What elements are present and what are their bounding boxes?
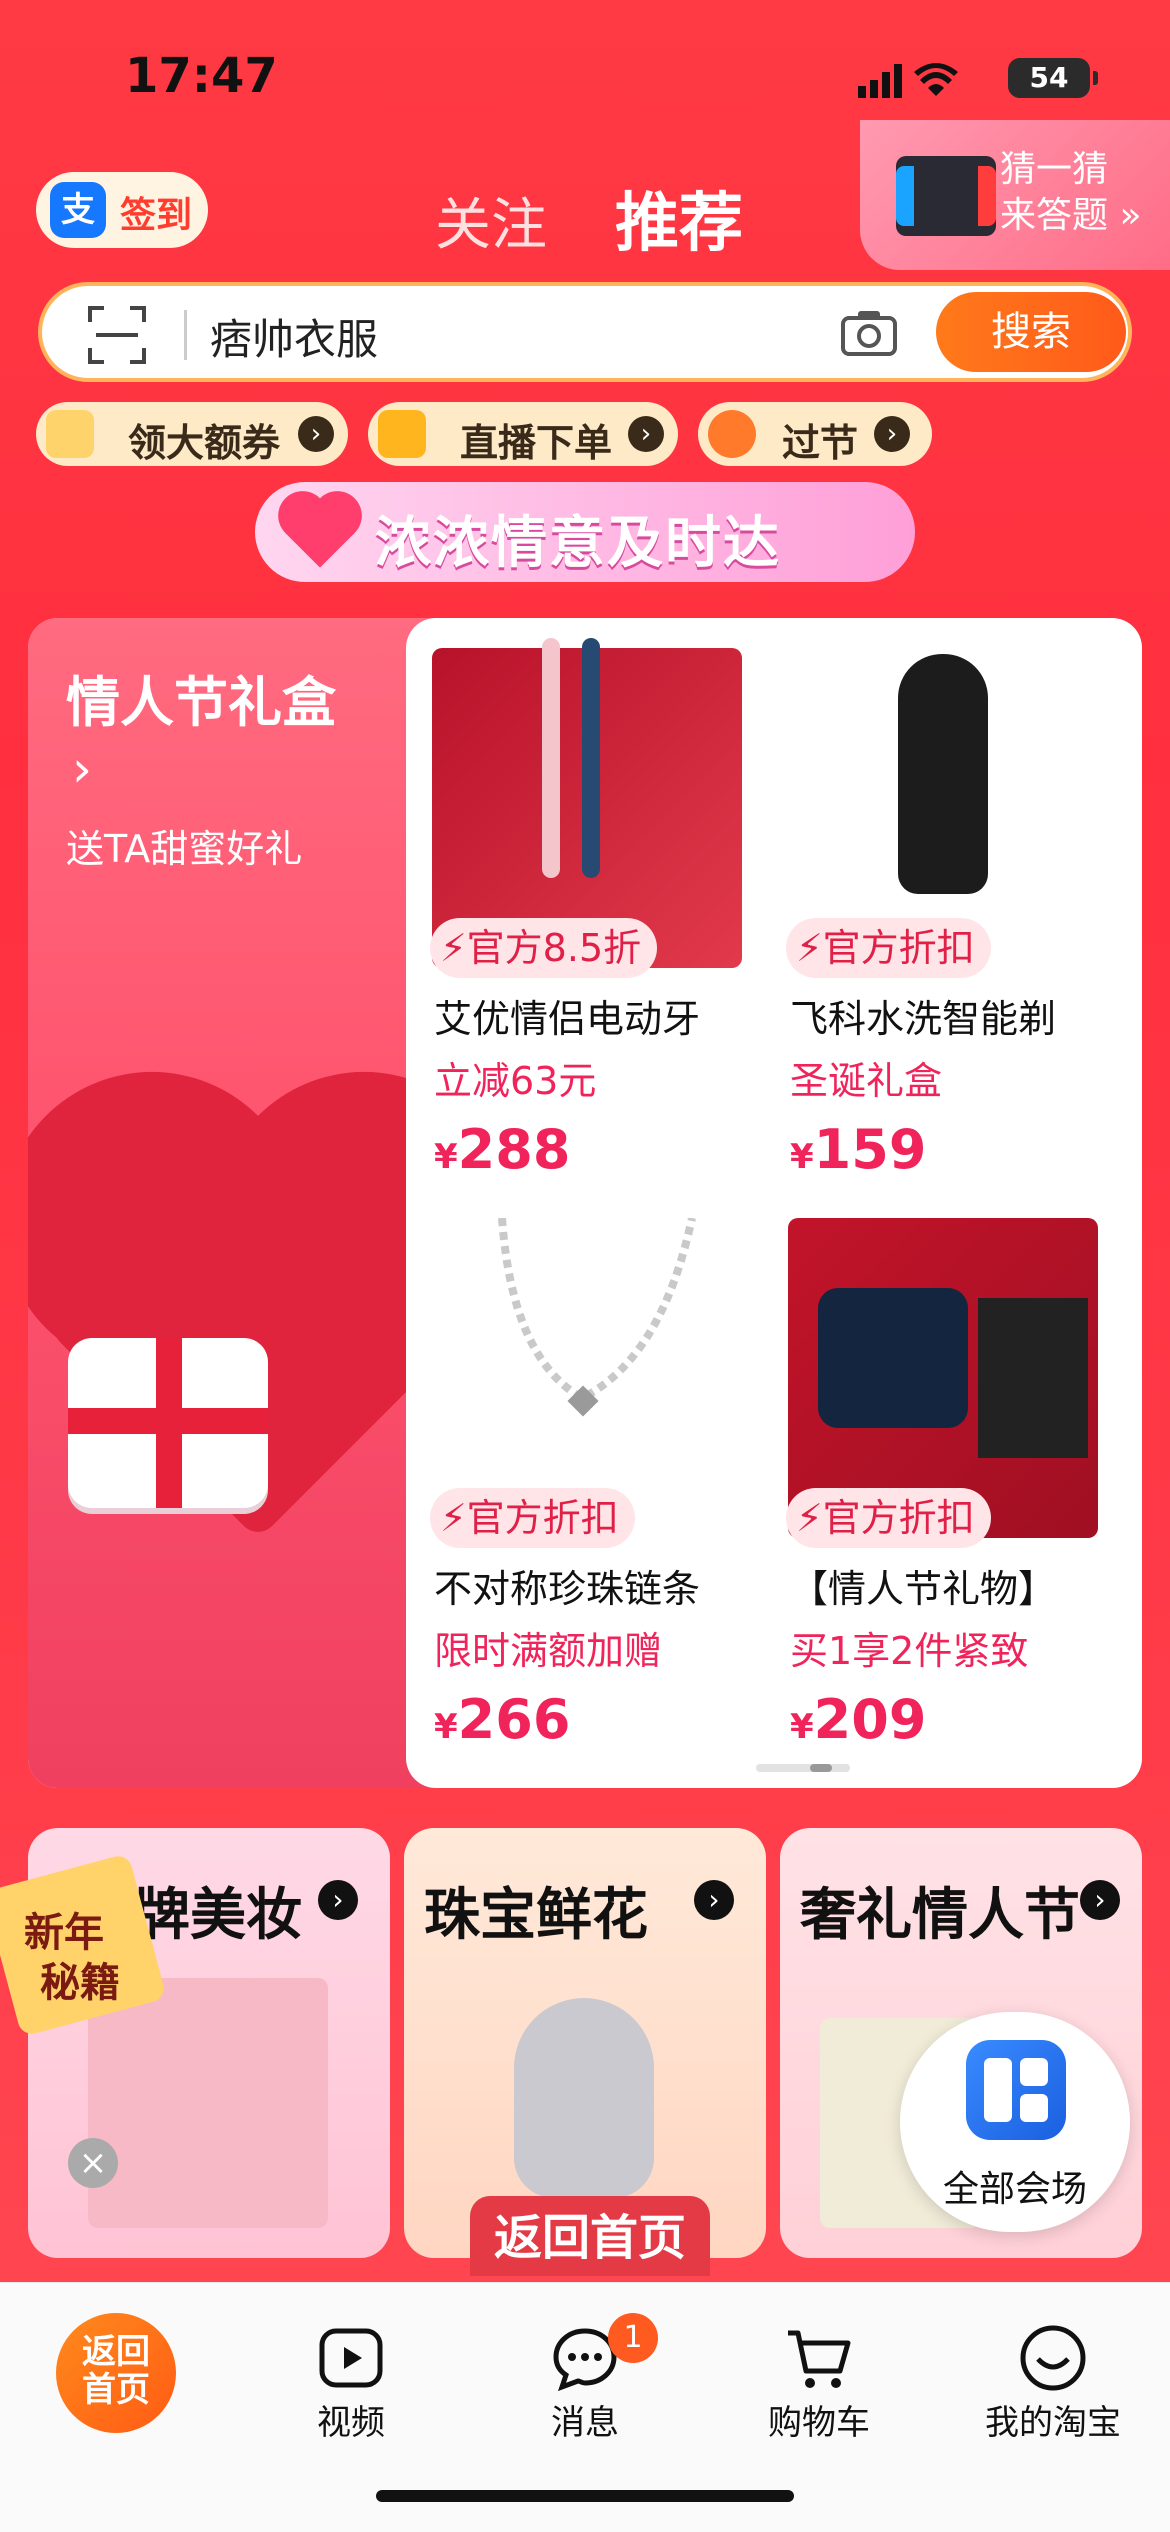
tab-me-label: 我的淘宝 — [985, 2403, 1121, 2443]
tab-video[interactable]: 视频 — [234, 2283, 468, 2453]
shaver — [898, 654, 988, 894]
product-price: ¥159 — [790, 1118, 927, 1181]
signin-button[interactable]: 支 签到 — [36, 172, 208, 248]
pill-live[interactable]: 直播下单 › — [368, 402, 678, 466]
category-title: 珠宝鲜花 — [424, 1883, 648, 1948]
cream-jar — [818, 1288, 968, 1428]
live-icon — [378, 410, 426, 458]
battery-indicator: 54 — [1008, 58, 1098, 98]
search-input[interactable]: 痞帅衣服 — [210, 306, 378, 367]
search-divider — [184, 310, 187, 360]
scan-icon[interactable] — [88, 306, 146, 364]
product-promo: 立减63元 — [434, 1059, 597, 1103]
product-card[interactable]: ⚡官方折扣 飞科水洗智能剃 圣诞礼盒 ¥159 — [768, 618, 1118, 1181]
product-price: ¥209 — [790, 1688, 927, 1751]
promo-banner: 浓浓情意及时达 — [255, 482, 915, 582]
tab-recommend[interactable]: 推荐 — [615, 172, 743, 264]
product-name: 不对称珍珠链条 — [434, 1567, 701, 1611]
close-icon[interactable]: × — [68, 2138, 118, 2188]
chevron-right-icon: › — [628, 416, 664, 452]
pill-live-label: 直播下单 — [460, 421, 613, 465]
back-home-button[interactable]: 返回首页 — [470, 2196, 710, 2276]
category-title: 奢礼情人节 — [800, 1883, 1080, 1948]
product-grid: ⚡官方8.5折 艾优情侣电动牙 立减63元 ¥288 ⚡官方折扣 飞科水洗智能剃… — [406, 618, 1142, 1788]
heart-icon — [285, 498, 355, 568]
chevron-right-icon: › — [1080, 1880, 1120, 1920]
tab-messages-label: 消息 — [551, 2403, 619, 2443]
search-bar[interactable]: 痞帅衣服 搜索 — [38, 282, 1132, 382]
tab-messages[interactable]: 1 消息 — [468, 2283, 702, 2453]
guess-line1: 猜一猜 — [1000, 149, 1109, 190]
all-venues-button[interactable]: 全部会场 — [900, 2012, 1130, 2232]
home-indicator — [376, 2490, 794, 2502]
product-name: 飞科水洗智能剃 — [790, 997, 1057, 1041]
tab-cart-label: 购物车 — [768, 2403, 870, 2443]
banner-title: 浓浓情意及时达 — [375, 511, 781, 576]
product-price: ¥266 — [434, 1688, 571, 1751]
orange-fruit-icon — [708, 410, 756, 458]
chevron-right-icon: › — [298, 416, 334, 452]
tab-follow[interactable]: 关注 — [435, 180, 547, 261]
chevron-right-icon: › — [694, 1880, 734, 1920]
product-card[interactable]: ⚡官方折扣 不对称珍珠链条 限时满额加赠 ¥266 — [412, 1188, 762, 1751]
valentine-gift-section: 情人节礼盒 › 送TA甜蜜好礼 ⚡官方8.5折 艾优情侣电动牙 立减63元 ¥2… — [28, 618, 1142, 1788]
gift-box-illustration — [68, 1338, 268, 1508]
video-icon — [319, 2328, 383, 2388]
discount-badge: ⚡官方折扣 — [786, 1488, 991, 1548]
signin-label: 签到 — [120, 195, 193, 236]
product-price: ¥288 — [434, 1118, 571, 1181]
toothbrush-pink — [542, 638, 560, 878]
home-button: 返回 首页 — [56, 2313, 176, 2433]
product-promo: 买1享2件紧致 — [790, 1629, 1029, 1673]
pill-festival[interactable]: 过节 › — [698, 402, 932, 466]
tab-cart[interactable]: 购物车 — [702, 2283, 936, 2453]
alipay-icon: 支 — [50, 182, 106, 238]
pill-festival-label: 过节 — [782, 421, 859, 465]
game-console-image — [896, 156, 996, 236]
product-card[interactable]: ⚡官方8.5折 艾优情侣电动牙 立减63元 ¥288 — [412, 618, 762, 1181]
guess-quiz-entry[interactable]: 猜一猜 来答题 » — [860, 120, 1170, 270]
tab-me[interactable]: 我的淘宝 — [936, 2283, 1170, 2453]
status-bar: 17:47 54 — [0, 0, 1170, 140]
toothbrush-blue — [582, 638, 600, 878]
signal-wifi-icon — [858, 63, 958, 98]
category-card-jewelry-flowers[interactable]: 珠宝鲜花 › — [404, 1828, 766, 2258]
gift-box-panel[interactable]: 情人节礼盒 › 送TA甜蜜好礼 — [28, 618, 471, 1788]
discount-badge: ⚡官方折扣 — [786, 918, 991, 978]
chevron-right-icon: › — [72, 740, 92, 798]
guess-line2: 来答题 » — [1000, 195, 1142, 236]
gift-title: 情人节礼盒 — [66, 671, 336, 734]
carousel-scroll-indicator — [756, 1764, 850, 1772]
new-year-guide-tag[interactable]: 新年 秘籍 — [0, 1850, 167, 2050]
smile-face-icon — [1020, 2325, 1086, 2391]
pill-coupon-label: 领大额券 — [128, 421, 281, 465]
discount-badge: ⚡官方8.5折 — [430, 918, 658, 978]
chevron-right-icon: › — [874, 416, 910, 452]
gift-subtitle: 送TA甜蜜好礼 — [66, 827, 303, 871]
new-year-line2: 秘籍 — [40, 1960, 120, 2006]
grid-icon — [966, 2040, 1066, 2140]
camera-icon[interactable] — [840, 308, 898, 358]
pill-coupon[interactable]: 领大额券 › — [36, 402, 348, 466]
status-time: 17:47 — [125, 48, 278, 104]
coupon-icon — [46, 410, 94, 458]
product-name: 【情人节礼物】 — [790, 1567, 1057, 1611]
cart-icon — [788, 2330, 851, 2388]
product-name: 艾优情侣电动牙 — [434, 997, 701, 1041]
tab-video-label: 视频 — [317, 2403, 385, 2443]
search-button[interactable]: 搜索 — [936, 292, 1126, 372]
all-venues-label: 全部会场 — [942, 2169, 1087, 2210]
discount-badge: ⚡官方折扣 — [430, 1488, 635, 1548]
product-promo: 限时满额加赠 — [434, 1629, 663, 1673]
bunny-figure-image — [514, 1998, 654, 2198]
product-promo: 圣诞礼盒 — [790, 1059, 943, 1103]
product-card[interactable]: ⚡官方折扣 【情人节礼物】 买1享2件紧致 ¥209 — [768, 1188, 1118, 1751]
cream-box — [978, 1298, 1088, 1458]
ribbon — [68, 1408, 268, 1434]
chevron-right-icon: › — [318, 1880, 358, 1920]
screen: 17:47 54 支 签到 关注 推荐 猜一猜 来答题 » 痞帅衣服 搜索 领大… — [0, 0, 1170, 2532]
unread-badge: 1 — [608, 2313, 658, 2363]
tab-home[interactable]: 返回 首页 — [0, 2283, 234, 2453]
